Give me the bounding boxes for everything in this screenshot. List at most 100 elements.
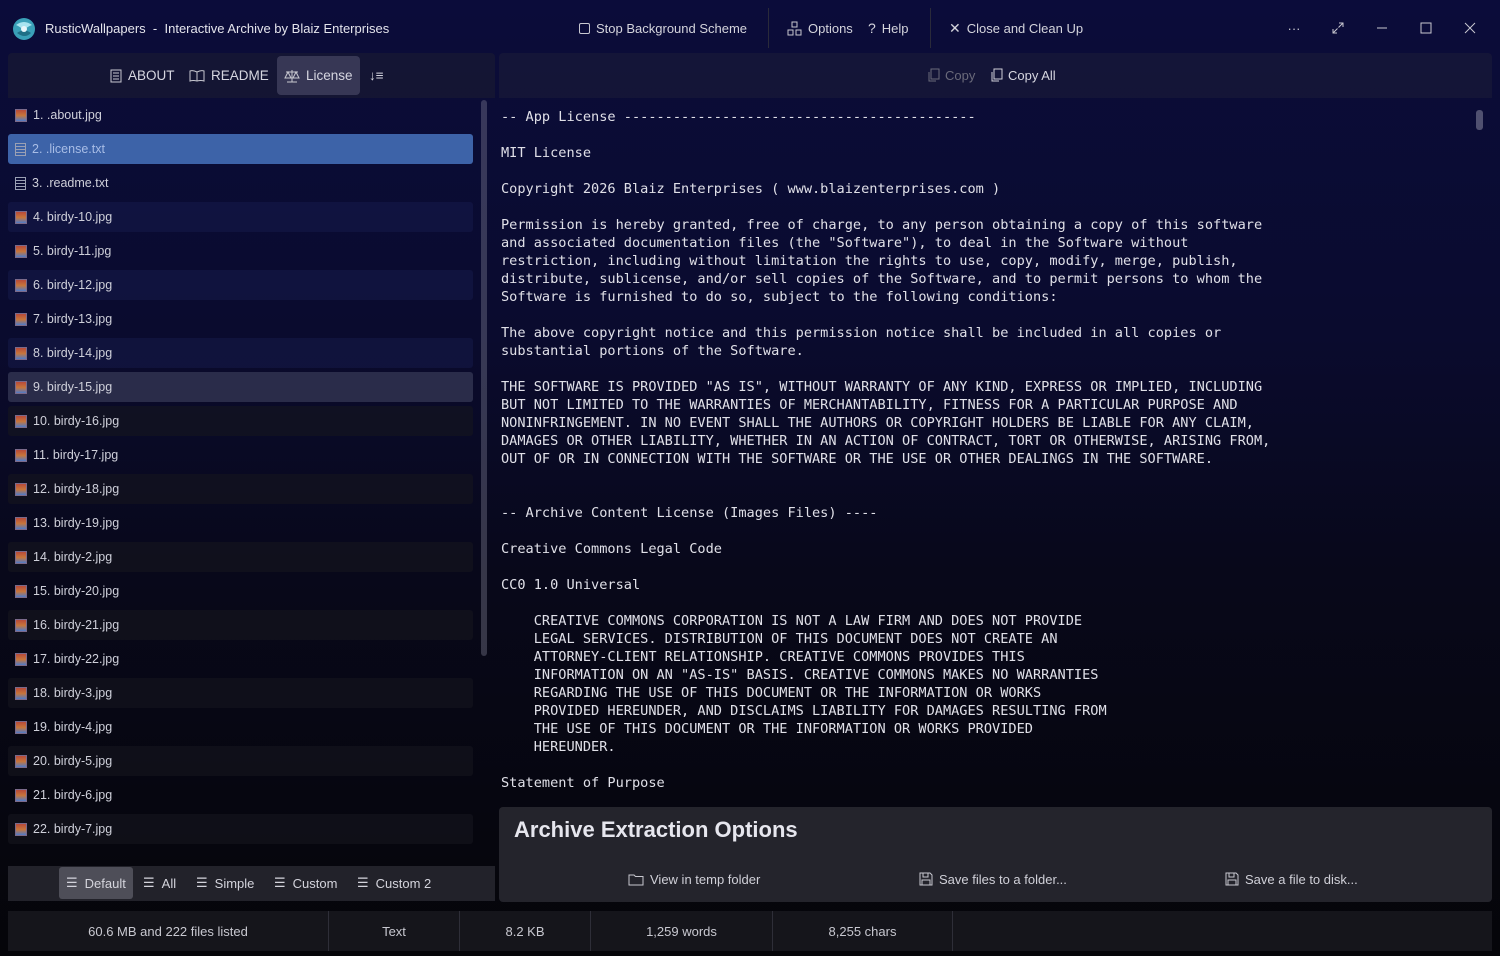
view-mode-tabs: ☰ Default ☰ All ☰ Simple ☰ Custom ☰ Cust… (8, 866, 495, 901)
left-toolbar: ABOUT README License ↓≡ (8, 53, 495, 98)
image-file-icon (15, 550, 27, 564)
file-list-item[interactable]: 14. birdy-2.jpg (8, 542, 473, 572)
image-file-icon (15, 346, 27, 360)
image-file-icon (15, 210, 27, 224)
text-file-icon (15, 142, 26, 156)
license-text-viewer[interactable]: -- App License -------------------------… (501, 108, 1466, 802)
file-list-item-label: 20. birdy-5.jpg (33, 754, 113, 768)
file-list-item-label: 7. birdy-13.jpg (33, 312, 113, 326)
view-temp-label: View in temp folder (650, 871, 761, 887)
about-button[interactable]: ABOUT (103, 56, 182, 95)
file-list-item[interactable]: 21. birdy-6.jpg (8, 780, 473, 810)
file-list-item-label: 21. birdy-6.jpg (33, 788, 113, 802)
options-button[interactable]: Options (787, 12, 853, 44)
file-list-item[interactable]: 16. birdy-21.jpg (8, 610, 473, 640)
readme-button[interactable]: README (182, 56, 276, 95)
scale-icon (284, 69, 300, 82)
file-list-item[interactable]: 12. birdy-18.jpg (8, 474, 473, 504)
file-list-item-label: 9. birdy-15.jpg (33, 380, 113, 394)
maximize-button[interactable] (1410, 12, 1442, 44)
copy-all-button[interactable]: Copy All (991, 65, 1056, 85)
save-file-to-disk-button[interactable]: Save a file to disk... (1225, 869, 1358, 889)
view-in-temp-folder-button[interactable]: View in temp folder (628, 869, 760, 889)
tab-all[interactable]: ☰ All (136, 867, 183, 899)
list-icon: ☰ (357, 875, 369, 890)
image-file-icon (15, 618, 27, 632)
image-file-icon (15, 788, 27, 802)
file-list-item[interactable]: 11. birdy-17.jpg (8, 440, 473, 470)
file-list-item[interactable]: 17. birdy-22.jpg (8, 644, 473, 674)
file-list-item-label: 4. birdy-10.jpg (33, 210, 113, 224)
help-button[interactable]: ? Help (868, 12, 909, 44)
image-file-icon (15, 278, 27, 292)
file-list-scrollbar[interactable] (481, 100, 487, 656)
file-list-item[interactable]: 20. birdy-5.jpg (8, 746, 473, 776)
file-list-item[interactable]: 10. birdy-16.jpg (8, 406, 473, 436)
copy-all-label: Copy All (1008, 67, 1056, 83)
file-list-item-label: 14. birdy-2.jpg (33, 550, 113, 564)
tab-custom-label: Custom (292, 875, 338, 891)
file-list-item[interactable]: 7. birdy-13.jpg (8, 304, 473, 334)
file-list-item[interactable]: 3. .readme.txt (8, 168, 473, 198)
file-list-item-label: 8. birdy-14.jpg (33, 346, 113, 360)
content-toolbar: Copy Copy All (499, 53, 1492, 98)
file-list-item[interactable]: 8. birdy-14.jpg (8, 338, 473, 368)
content-scrollbar[interactable] (1476, 110, 1483, 130)
file-list-item[interactable]: 19. birdy-4.jpg (8, 712, 473, 742)
file-list-item[interactable]: 4. birdy-10.jpg (8, 202, 473, 232)
save-icon (919, 872, 933, 886)
divider (930, 8, 931, 48)
license-button[interactable]: License (277, 56, 360, 95)
close-window-button[interactable] (1454, 12, 1486, 44)
close-clean-label: Close and Clean Up (966, 20, 1084, 36)
fullscreen-button[interactable] (1322, 12, 1354, 44)
image-file-icon (15, 414, 27, 428)
title-bar: RusticWallpapers - Interactive Archive b… (0, 0, 1500, 56)
file-list-item[interactable]: 15. birdy-20.jpg (8, 576, 473, 606)
save-files-to-folder-button[interactable]: Save files to a folder... (919, 869, 1067, 889)
copy-button[interactable]: Copy (928, 65, 975, 85)
archive-extraction-panel: Archive Extraction Options View in temp … (499, 807, 1492, 902)
status-word-count: 1,259 words (591, 911, 773, 951)
list-icon: ☰ (274, 875, 286, 890)
tab-custom[interactable]: ☰ Custom (267, 867, 344, 899)
file-list-item[interactable]: 1. .about.jpg (8, 100, 473, 130)
tab-simple[interactable]: ☰ Simple (189, 867, 261, 899)
more-menu-button[interactable]: ··· (1278, 12, 1310, 44)
text-file-icon (15, 176, 26, 190)
file-list-item[interactable]: 6. birdy-12.jpg (8, 270, 473, 300)
app-name: RusticWallpapers (45, 21, 146, 36)
file-list-item[interactable]: 18. birdy-3.jpg (8, 678, 473, 708)
save-folder-label: Save files to a folder... (939, 871, 1067, 887)
minimize-button[interactable] (1366, 12, 1398, 44)
file-list-item[interactable]: 9. birdy-15.jpg (8, 372, 473, 402)
file-list-item[interactable]: 13. birdy-19.jpg (8, 508, 473, 538)
image-file-icon (15, 686, 27, 700)
file-list-item[interactable]: 5. birdy-11.jpg (8, 236, 473, 266)
stop-background-scheme-button[interactable]: Stop Background Scheme (579, 12, 747, 44)
status-file-size: 8.2 KB (460, 911, 591, 951)
tab-default[interactable]: ☰ Default (59, 867, 133, 899)
sort-button[interactable]: ↓≡ (362, 56, 391, 95)
file-list-item-label: 12. birdy-18.jpg (33, 482, 120, 496)
list-icon: ☰ (66, 875, 78, 890)
close-window-icon (1464, 22, 1476, 34)
license-text: -- App License -------------------------… (501, 109, 1271, 791)
window-title: RusticWallpapers - Interactive Archive b… (45, 21, 389, 36)
tab-custom-2[interactable]: ☰ Custom 2 (350, 867, 438, 899)
sort-icon: ↓≡ (369, 68, 384, 83)
list-icon: ☰ (143, 875, 155, 890)
file-list-item[interactable]: 2. .license.txt (8, 134, 473, 164)
image-file-icon (15, 652, 27, 666)
image-file-icon (15, 720, 27, 734)
close-and-clean-up-button[interactable]: ✕ Close and Clean Up (949, 12, 1083, 44)
image-file-icon (15, 380, 27, 394)
file-list: 1. .about.jpg 2. .license.txt 3. .readme.t… (8, 100, 476, 858)
copy-label: Copy (945, 67, 976, 83)
app-subtitle: Interactive Archive by Blaiz Enterprises (164, 21, 390, 36)
status-file-type: Text (329, 911, 460, 951)
options-icon (787, 21, 802, 35)
image-file-icon (15, 312, 27, 326)
file-list-item[interactable]: 22. birdy-7.jpg (8, 814, 473, 844)
file-list-item-label: 17. birdy-22.jpg (33, 652, 120, 666)
